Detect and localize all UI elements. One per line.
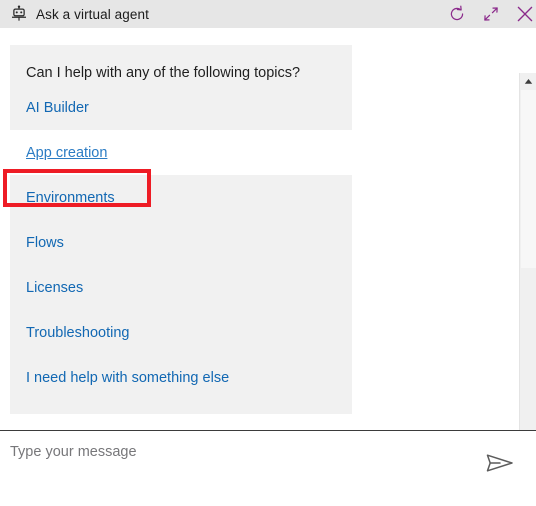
topic-link[interactable]: Environments (26, 188, 115, 208)
window-title: Ask a virtual agent (36, 6, 149, 22)
message-composer (0, 431, 536, 506)
topic-link[interactable]: Troubleshooting (26, 323, 129, 343)
topic-suggestion-list: AI Builder App creation Environments Flo… (10, 85, 352, 400)
window-titlebar: Ask a virtual agent (0, 0, 536, 28)
topic-link[interactable]: AI Builder (26, 98, 89, 118)
bot-icon (11, 5, 27, 21)
scrollbar-thumb[interactable] (521, 90, 536, 268)
topic-option-flows[interactable]: Flows (10, 220, 352, 265)
topic-option-licenses[interactable]: Licenses (10, 265, 352, 310)
close-icon[interactable] (508, 0, 536, 28)
topic-option-ai-builder[interactable]: AI Builder (10, 85, 352, 130)
minimize-icon[interactable] (474, 0, 508, 28)
topic-option-app-creation[interactable]: App creation (10, 130, 352, 175)
titlebar-actions (440, 0, 536, 28)
virtual-agent-chat-window: Ask a virtual agent Can I help with any … (0, 0, 536, 506)
topic-option-something-else[interactable]: I need help with something else (10, 355, 352, 400)
topic-link[interactable]: I need help with something else (26, 368, 229, 388)
agent-message-bubble: Can I help with any of the following top… (10, 45, 352, 414)
chat-scrollbar[interactable] (519, 73, 536, 430)
send-paper-plane-icon (486, 454, 513, 472)
refresh-icon[interactable] (440, 0, 474, 28)
topic-option-troubleshooting[interactable]: Troubleshooting (10, 310, 352, 355)
topic-link[interactable]: App creation (26, 143, 107, 163)
chat-transcript: Can I help with any of the following top… (0, 28, 536, 430)
agent-message-question: Can I help with any of the following top… (26, 65, 301, 81)
topic-link[interactable]: Flows (26, 233, 64, 253)
scroll-up-arrow-icon[interactable] (520, 73, 536, 90)
topic-link[interactable]: Licenses (26, 278, 83, 298)
topic-option-environments[interactable]: Environments (10, 175, 352, 220)
send-button[interactable] (482, 448, 518, 478)
message-input[interactable] (10, 444, 470, 460)
